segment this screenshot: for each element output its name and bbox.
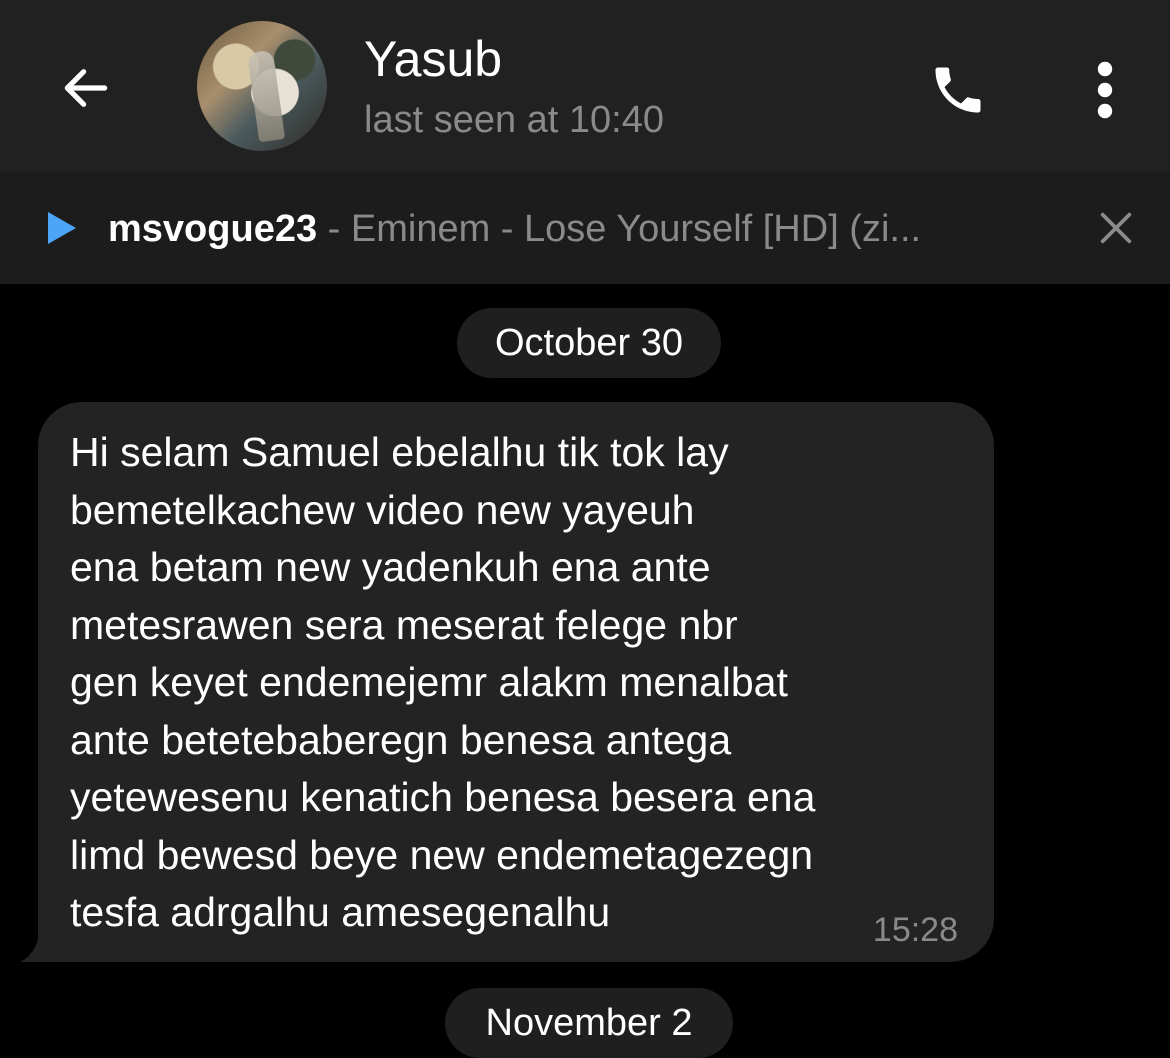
contact-name[interactable]: Yasub bbox=[364, 30, 502, 88]
last-seen-status: last seen at 10:40 bbox=[364, 99, 664, 141]
message-text: Hi selam Samuel ebelalhu tik tok lay bem… bbox=[70, 429, 816, 935]
player-username: msvogue23 bbox=[108, 208, 318, 250]
date-separator: November 2 bbox=[445, 988, 733, 1058]
player-track-title: Eminem - Lose Yourself [HD] (zi... bbox=[350, 208, 922, 250]
more-vertical-icon bbox=[1097, 61, 1113, 119]
back-button[interactable] bbox=[48, 50, 124, 126]
chat-header: Yasub last seen at 10:40 bbox=[0, 0, 1170, 172]
arrow-left-icon bbox=[64, 69, 108, 107]
avatar[interactable] bbox=[197, 21, 327, 151]
phone-icon bbox=[935, 67, 981, 113]
play-icon bbox=[48, 212, 76, 244]
date-separator: October 30 bbox=[457, 308, 721, 378]
message-time: 15:28 bbox=[872, 911, 958, 949]
message-bubble[interactable]: Hi selam Samuel ebelalhu tik tok lay bem… bbox=[38, 402, 994, 962]
call-button[interactable] bbox=[920, 52, 996, 128]
play-button[interactable] bbox=[36, 204, 84, 252]
close-icon bbox=[1100, 212, 1132, 244]
music-player-bar[interactable]: msvogue23 - Eminem - Lose Yourself [HD] … bbox=[0, 172, 1170, 284]
close-player-button[interactable] bbox=[1088, 200, 1144, 256]
now-playing-text[interactable]: msvogue23 - Eminem - Lose Yourself [HD] … bbox=[108, 202, 1068, 256]
more-options-button[interactable] bbox=[1070, 52, 1140, 128]
player-separator: - bbox=[317, 208, 351, 250]
